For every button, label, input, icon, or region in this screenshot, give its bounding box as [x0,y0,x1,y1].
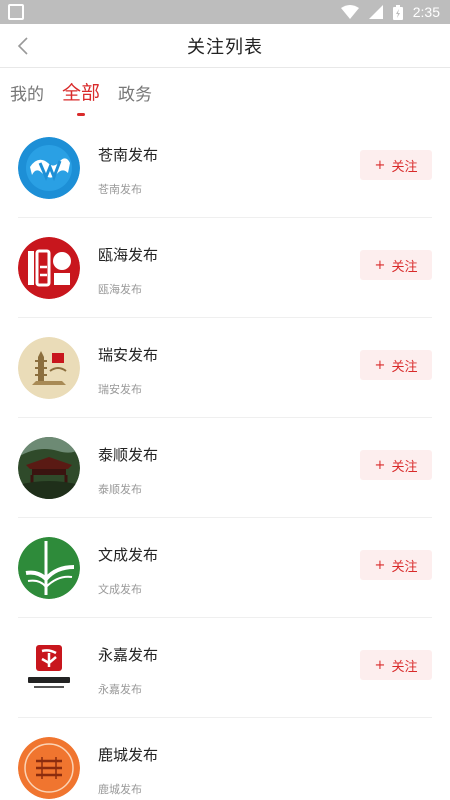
lucheng-seal-icon [18,737,80,799]
active-tab-indicator [77,113,85,116]
follow-button[interactable]: + 关注 [360,450,432,480]
follow-button[interactable]: + 关注 [360,150,432,180]
battery-icon [392,4,403,20]
item-subtitle: 苍南发布 [98,182,142,196]
plus-icon: + [374,257,386,273]
item-name: 鹿城发布 [98,745,159,764]
follow-button[interactable]: + 关注 [360,550,432,580]
follow-label: 关注 [391,659,418,675]
avatar [18,737,80,799]
chevron-left-icon [17,37,28,55]
follow-label: 关注 [391,359,418,375]
tab-mine-label: 我的 [10,85,44,105]
plus-icon: + [374,457,386,473]
follow-button[interactable]: + 关注 [360,250,432,280]
signal-icon [368,5,383,19]
tab-all[interactable]: 全部 [62,68,100,118]
yongjia-logo-icon [18,637,80,699]
avatar [18,137,80,199]
follow-label: 关注 [391,259,418,275]
follow-button[interactable]: + 关注 [360,350,432,380]
follow-label: 关注 [391,459,418,475]
nav-bar: 关注列表 [0,24,450,68]
tab-government-label: 政务 [118,85,153,105]
follow-label: 关注 [391,159,418,175]
list-item[interactable]: 永嘉发布 永嘉发布 + 关注 [0,618,450,718]
taishun-bridge-icon [18,437,80,499]
tab-government[interactable]: 政务 [118,68,152,118]
follow-label: 关注 [391,559,418,575]
avatar [18,437,80,499]
avatar [18,637,80,699]
notification-icon [8,4,24,20]
ruian-pagoda-icon [18,337,80,399]
list-item[interactable]: 泰顺发布 泰顺发布 + 关注 [0,418,450,518]
wifi-icon [340,5,359,19]
list-item[interactable]: 苍南发布 苍南发布 + 关注 [0,118,450,218]
back-button[interactable] [8,30,38,62]
plus-icon: + [374,557,386,573]
plus-icon: + [374,157,386,173]
list-item[interactable]: 瓯海发布 瓯海发布 + 关注 [0,218,450,318]
ouhai-seal-icon [18,237,80,299]
list-item[interactable]: 瑞安发布 瑞安发布 + 关注 [0,318,450,418]
plus-icon: + [374,357,386,373]
follow-list: 苍南发布 苍南发布 + 关注 瓯海发布 瓯海发布 + 关注 瑞安发布 瑞安发布 … [0,118,450,800]
avatar [18,337,80,399]
cangnan-logo-icon [18,137,80,199]
tab-all-label: 全部 [62,82,101,104]
item-subtitle: 瓯海发布 [98,282,142,296]
status-bar: 2:35 [0,0,450,24]
page-title: 关注列表 [187,36,263,58]
plus-icon: + [374,657,386,673]
item-subtitle: 鹿城发布 [98,782,142,796]
avatar [18,237,80,299]
status-indicators: 2:35 [340,4,440,20]
status-time: 2:35 [412,4,440,20]
list-item[interactable]: 文成发布 文成发布 + 关注 [0,518,450,618]
tab-bar: 我的 全部 政务 [0,68,450,118]
item-subtitle: 永嘉发布 [98,682,142,696]
wencheng-logo-icon [18,537,80,599]
item-subtitle: 瑞安发布 [98,382,142,396]
item-subtitle: 文成发布 [98,582,142,596]
list-item[interactable]: 鹿城发布 鹿城发布 [0,718,450,800]
item-subtitle: 泰顺发布 [98,482,142,496]
tab-mine[interactable]: 我的 [10,68,44,118]
avatar [18,537,80,599]
follow-button[interactable]: + 关注 [360,650,432,680]
